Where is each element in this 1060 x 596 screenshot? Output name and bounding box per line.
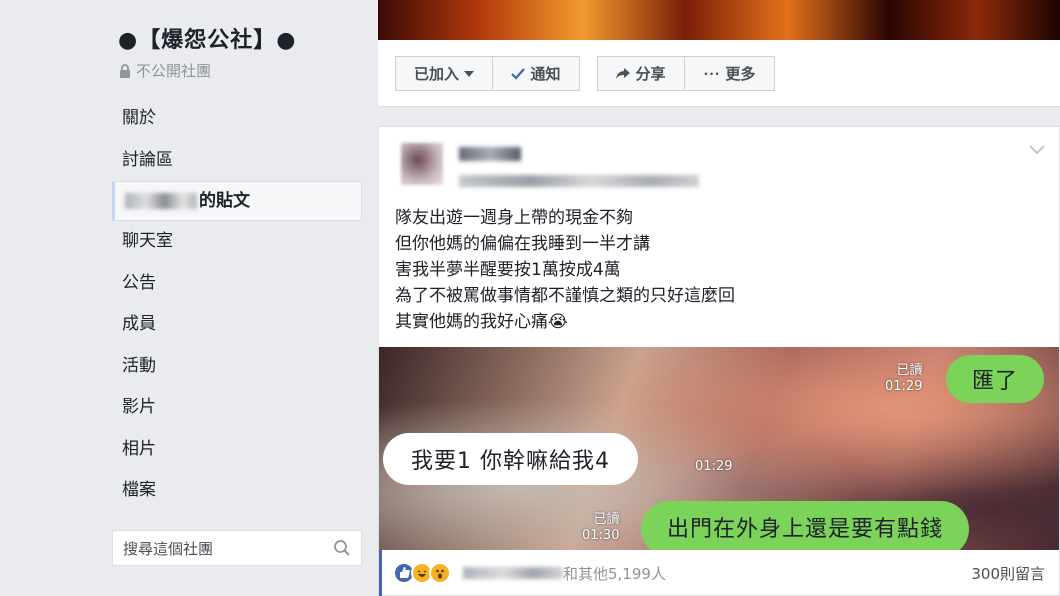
nav-chat[interactable]: 聊天室: [112, 221, 362, 263]
chat-bubble-received: 我要1 你幹嘛給我4: [383, 433, 638, 485]
comment-count[interactable]: 300則留言: [971, 563, 1045, 584]
msg3-receipt: 已讀 01:30: [582, 512, 619, 544]
more-label: 更多: [725, 65, 756, 83]
msg1-read: 已讀: [896, 363, 923, 378]
group-privacy: 不公開社團: [118, 60, 211, 81]
nav-videos[interactable]: 影片: [112, 387, 362, 429]
search-icon[interactable]: [333, 539, 351, 557]
caret-down-icon: [464, 70, 474, 77]
share-icon: [616, 67, 631, 79]
post-body: 隊友出遊一週身上帶的現金不夠 但你他媽的偏偏在我睡到一半才講 害我半夢半醒要按1…: [395, 205, 735, 335]
nav-member-posts[interactable]: 的貼文: [112, 181, 362, 221]
post-options-chevron-icon[interactable]: [1029, 145, 1045, 155]
notifications-label: 通知: [530, 65, 561, 83]
joined-label: 已加入: [413, 65, 459, 83]
more-dots-icon: ···: [703, 66, 721, 81]
share-button[interactable]: 分享: [597, 56, 685, 91]
more-button[interactable]: ··· 更多: [684, 56, 775, 91]
search-placeholder: 搜尋這個社團: [123, 539, 214, 558]
group-nav: 關於 討論區 的貼文 聊天室 公告 成員 活動 影片 相片 檔案: [112, 98, 362, 512]
check-icon: [511, 67, 526, 80]
notifications-button[interactable]: 通知: [492, 56, 580, 91]
reaction-count[interactable]: 和其他5,199人: [563, 563, 666, 584]
sidebar: ●【爆怨公社】● 不公開社團 關於 討論區 的貼文 聊天室 公告 成員 活動 影…: [0, 0, 370, 596]
reaction-bar: 和其他5,199人 300則留言: [379, 550, 1059, 596]
nav-photos[interactable]: 相片: [112, 429, 362, 471]
cover-photo: [378, 0, 1060, 40]
group-action-bar: 已加入 通知 分享 ··· 更多: [378, 40, 1060, 107]
author-avatar[interactable]: [401, 143, 443, 185]
msg1-receipt: 已讀 01:29: [885, 363, 922, 395]
post-line: 害我半夢半醒要按1萬按成4萬: [395, 260, 621, 280]
msg3-time: 01:30: [582, 528, 620, 543]
msg1-time: 01:29: [885, 379, 923, 394]
nav-files[interactable]: 檔案: [112, 470, 362, 512]
chat-bubble-sent: 出門在外身上還是要有點錢: [641, 501, 970, 550]
blurred-liker-names: [463, 567, 563, 579]
nav-discussion[interactable]: 討論區: [112, 140, 362, 182]
post-line: 其實他媽的我好心痛😭: [395, 312, 568, 332]
msg3-read: 已讀: [593, 512, 620, 527]
msg2-time: 01:29: [695, 459, 733, 474]
nav-events[interactable]: 活動: [112, 346, 362, 388]
nav-member-posts-label: 的貼文: [199, 191, 250, 211]
privacy-label: 不公開社團: [136, 62, 212, 80]
nav-about[interactable]: 關於: [112, 98, 362, 140]
group-search-input[interactable]: 搜尋這個社團: [112, 530, 362, 566]
group-name[interactable]: ●【爆怨公社】●: [118, 22, 296, 54]
post-photo-chat-screenshot[interactable]: 已讀 01:29 匯了 我要1 你幹嘛給我4 01:29 已讀 01:30 出門…: [379, 347, 1059, 550]
post-line: 隊友出遊一週身上帶的現金不夠: [395, 208, 633, 228]
joined-button[interactable]: 已加入: [395, 56, 493, 91]
blurred-author-name[interactable]: [459, 147, 521, 161]
post-line: 但你他媽的偏偏在我睡到一半才講: [395, 234, 650, 254]
chat-bubble-sent: 匯了: [946, 355, 1045, 403]
post-card: 隊友出遊一週身上帶的現金不夠 但你他媽的偏偏在我睡到一半才講 害我半夢半醒要按1…: [378, 126, 1060, 596]
nav-announcements[interactable]: 公告: [112, 263, 362, 305]
wow-reaction-icon[interactable]: [429, 562, 451, 584]
blurred-post-meta: [459, 175, 699, 187]
lock-icon: [120, 63, 130, 78]
nav-members[interactable]: 成員: [112, 304, 362, 346]
post-line: 為了不被罵做事情都不謹慎之類的只好這麼回: [395, 286, 735, 306]
blurred-member-name: [125, 193, 197, 209]
share-label: 分享: [635, 65, 666, 83]
